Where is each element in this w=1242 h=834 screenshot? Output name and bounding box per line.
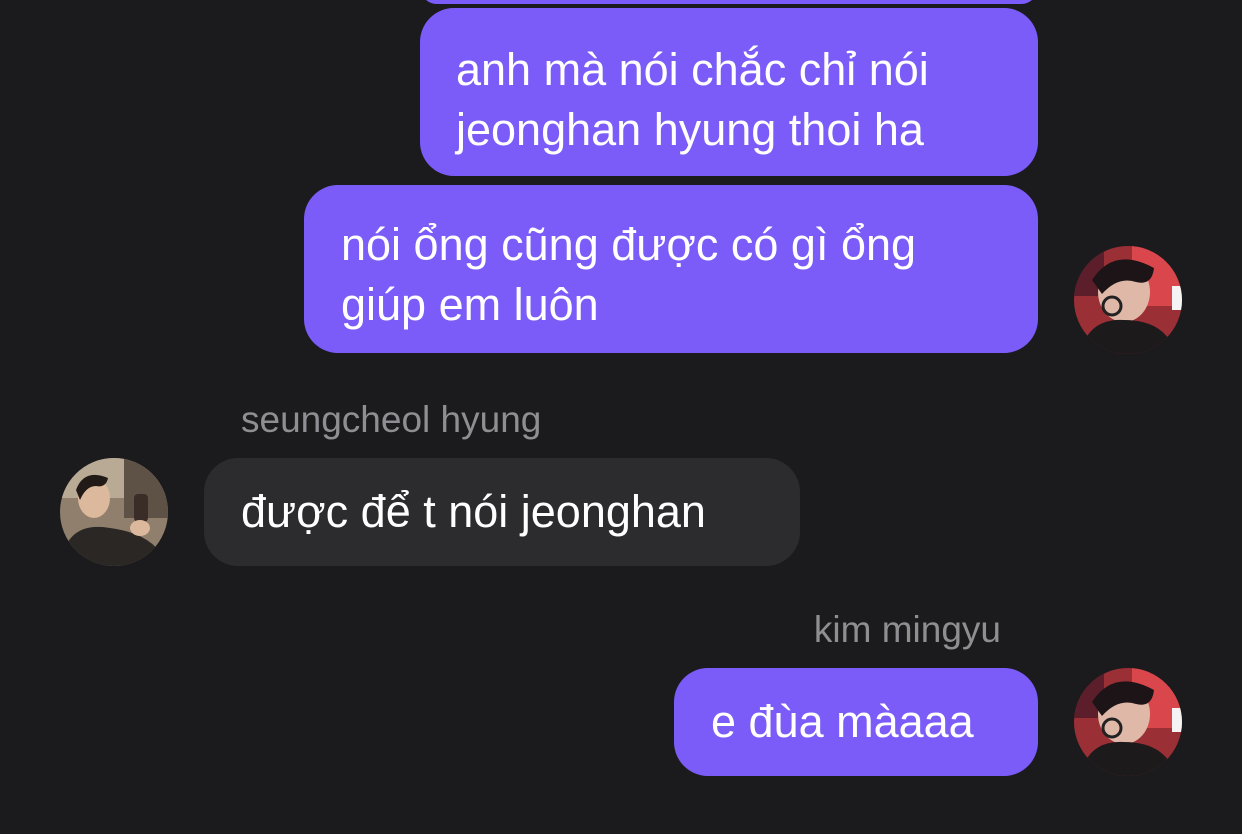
avatar[interactable] bbox=[1074, 246, 1182, 354]
sender-name: seungcheol hyung bbox=[241, 399, 542, 440]
user-avatar-icon bbox=[1074, 668, 1182, 776]
message-bubble-incoming[interactable]: được để t nói jeonghan bbox=[204, 458, 800, 566]
message-bubble-outgoing[interactable]: anh mà nói chắc chỉ nói jeonghan hyung t… bbox=[420, 8, 1038, 176]
message-bubble-outgoing[interactable]: nói ổng cũng được có gì ổng giúp em luôn bbox=[304, 185, 1038, 353]
avatar[interactable] bbox=[60, 458, 168, 566]
message-bubble-partial[interactable] bbox=[420, 0, 1038, 4]
avatar[interactable] bbox=[1074, 668, 1182, 776]
message-bubble-outgoing[interactable]: e đùa màaaa bbox=[674, 668, 1038, 776]
user-avatar-icon bbox=[60, 458, 168, 566]
sender-name: kim mingyu bbox=[813, 609, 1001, 650]
user-avatar-icon bbox=[1074, 246, 1182, 354]
